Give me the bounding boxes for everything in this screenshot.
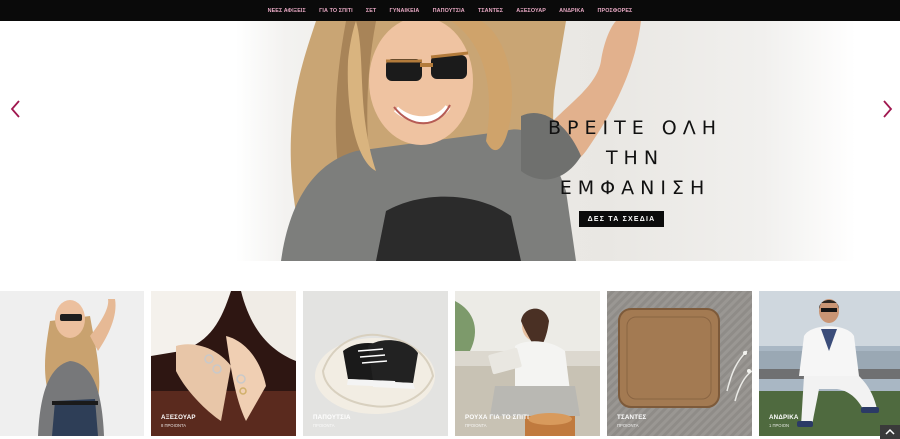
hero-headline: ΒΡΕΙΤΕ ΟΛΗ ΤΗΝ ΕΜΦΑΝΙΣΗ <box>520 113 750 203</box>
category-count: ΠΡΟΙΟΝΤΑ <box>313 423 335 428</box>
category-title: ΑΝΔΡΙΚΑ <box>769 414 799 421</box>
slider-next-button[interactable] <box>880 99 894 119</box>
category-grid: ΑΞΕΣΟΥΑΡ 8 ΠΡΟΙΟΝΤΑ ΠΑΠΟΥΤΣΙΑ ΠΡΟΙΟΝΤΑ Ρ… <box>0 291 900 436</box>
category-count: 1 ΠΡΟΙΟΝ <box>769 423 790 428</box>
chevron-right-icon <box>883 100 893 118</box>
category-card-accessories[interactable]: ΑΞΕΣΟΥΑΡ 8 ΠΡΟΙΟΝΤΑ <box>151 291 296 436</box>
main-navigation: ΝΕΕΣ ΑΦΙΞΕΙΣ ΓΙΑ ΤΟ ΣΠΙΤΙ ΣΕΤ ΓΥΝΑΙΚΕΙΑ … <box>0 0 900 21</box>
hero-slider: ΒΡΕΙΤΕ ΟΛΗ ΤΗΝ ΕΜΦΑΝΙΣΗ ΔΕΣ ΤΑ ΣΧΕΔΙΑ <box>0 21 900 261</box>
category-count: 8 ΠΡΟΙΟΝΤΑ <box>161 423 187 428</box>
category-title: ΡΟΥΧΑ ΓΙΑ ΤΟ ΣΠΙΤΙ <box>465 414 530 421</box>
nav-item-accessories[interactable]: ΑΞΕΣΟΥΑΡ <box>510 8 553 14</box>
view-designs-button[interactable]: ΔΕΣ ΤΑ ΣΧΕΔΙΑ <box>579 211 664 227</box>
scroll-to-top-button[interactable] <box>880 425 900 439</box>
chevron-up-icon <box>885 428 895 435</box>
category-card-homewear[interactable]: ΡΟΥΧΑ ΓΙΑ ΤΟ ΣΠΙΤΙ ΠΡΟΙΟΝΤΑ <box>455 291 600 436</box>
nav-item-new-arrivals[interactable]: ΝΕΕΣ ΑΦΙΞΕΙΣ <box>261 8 312 14</box>
nav-item-women[interactable]: ΓΥΝΑΙΚΕΙΑ <box>383 8 426 14</box>
category-title: ΠΑΠΟΥΤΣΙΑ <box>313 414 351 421</box>
slider-prev-button[interactable] <box>9 99 23 119</box>
nav-item-sets[interactable]: ΣΕΤ <box>359 8 383 14</box>
nav-item-home[interactable]: ΓΙΑ ΤΟ ΣΠΙΤΙ <box>312 8 359 14</box>
hero-line-2: ΤΗΝ <box>605 147 665 169</box>
category-card-women[interactable] <box>0 291 144 436</box>
nav-item-bags[interactable]: ΤΣΑΝΤΕΣ <box>471 8 509 14</box>
category-card-men[interactable]: ΑΝΔΡΙΚΑ 1 ΠΡΟΙΟΝ <box>759 291 900 436</box>
category-title: ΤΣΑΝΤΕΣ <box>617 414 647 421</box>
category-card-bags[interactable]: ΤΣΑΝΤΕΣ ΠΡΟΙΟΝΤΑ <box>607 291 752 436</box>
chevron-left-icon <box>10 100 20 118</box>
hero-line-1: ΒΡΕΙΤΕ ΟΛΗ <box>548 117 722 139</box>
nav-item-shoes[interactable]: ΠΑΠΟΥΤΣΙΑ <box>426 8 471 14</box>
category-count: ΠΡΟΙΟΝΤΑ <box>465 423 487 428</box>
category-card-shoes[interactable]: ΠΑΠΟΥΤΣΙΑ ΠΡΟΙΟΝΤΑ <box>303 291 448 436</box>
category-count: ΠΡΟΙΟΝΤΑ <box>617 423 639 428</box>
category-title: ΑΞΕΣΟΥΑΡ <box>161 414 196 421</box>
hero-line-3: ΕΜΦΑΝΙΣΗ <box>559 177 711 199</box>
nav-item-men[interactable]: ΑΝΔΡΙΚΑ <box>553 8 591 14</box>
category-image <box>0 291 144 436</box>
nav-item-offers[interactable]: ΠΡΟΣΦΟΡΕΣ <box>591 8 639 14</box>
